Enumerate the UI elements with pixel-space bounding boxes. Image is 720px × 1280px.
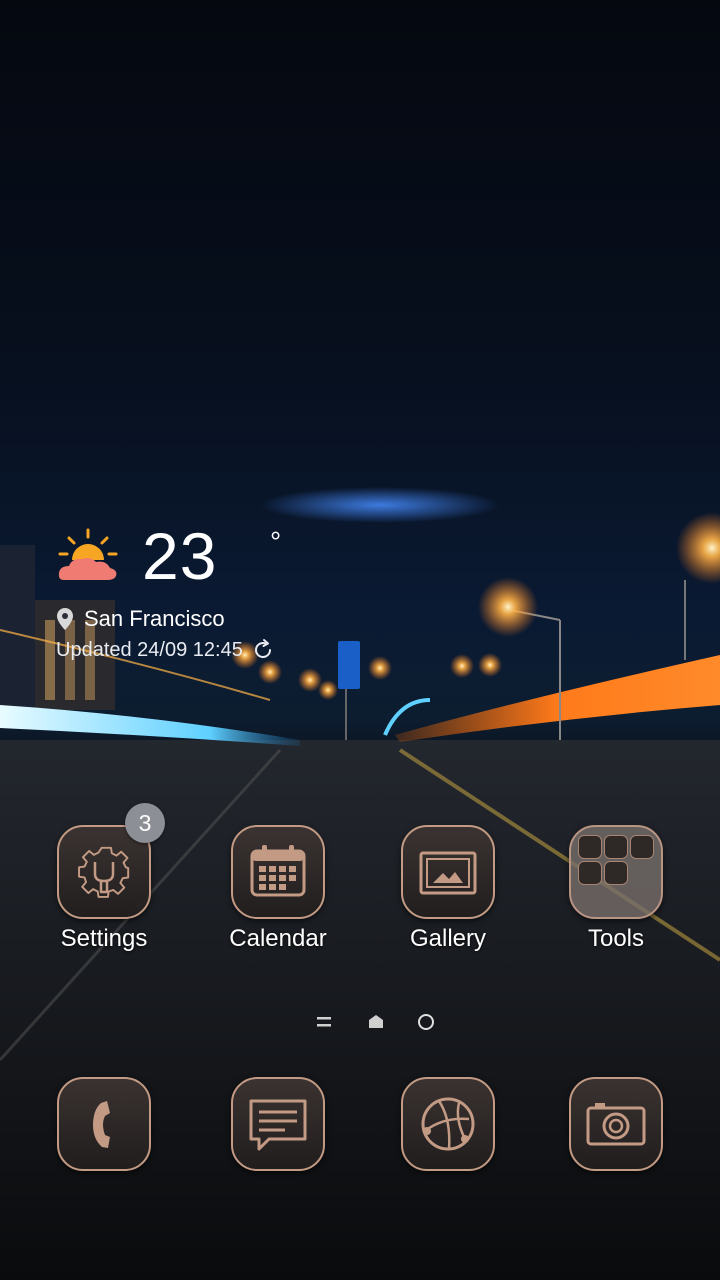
updated-row: Updated 24/09 12:45 (56, 638, 275, 662)
gallery-tile[interactable] (401, 825, 495, 919)
file-mini-icon (604, 835, 628, 859)
tools-folder-tile[interactable] (569, 825, 663, 919)
calendar-icon (250, 845, 306, 897)
app-label: Calendar (229, 925, 327, 952)
browser-icon (421, 1097, 475, 1151)
app-calendar[interactable]: Calendar (213, 825, 343, 965)
refresh-icon[interactable] (251, 638, 275, 662)
messages-icon (249, 1099, 307, 1151)
home-icon[interactable] (369, 1015, 383, 1028)
weather-widget[interactable]: 23 ° San Francisco Updated 24/09 12:45 (56, 520, 356, 670)
messages-tile[interactable] (231, 1077, 325, 1171)
location-row: San Francisco (56, 604, 225, 634)
apps-list-icon[interactable] (317, 1017, 331, 1027)
notification-badge: 3 (125, 803, 165, 843)
send-mini-icon (630, 835, 654, 859)
transfer-mini-icon (578, 861, 602, 885)
app-label: Gallery (409, 925, 487, 952)
camera-icon (586, 1103, 646, 1146)
temperature: 23 (142, 519, 218, 593)
app-settings[interactable]: Settings (39, 825, 169, 965)
dock-phone[interactable] (57, 1077, 151, 1171)
location-pin-icon (57, 608, 73, 630)
dock-browser[interactable] (401, 1077, 495, 1171)
audio-mini-icon (604, 861, 628, 885)
app-label: Settings (60, 925, 148, 952)
dock-messages[interactable] (231, 1077, 325, 1171)
chart-mini-icon (578, 835, 602, 859)
page-dot[interactable] (418, 1014, 434, 1030)
phone-icon (93, 1101, 110, 1148)
phone-tile[interactable] (57, 1077, 151, 1171)
degree-symbol: ° (270, 526, 282, 557)
calendar-tile[interactable] (231, 825, 325, 919)
page-indicator (317, 1014, 434, 1030)
dock-camera[interactable] (569, 1077, 663, 1171)
app-tools-folder[interactable]: Tools (551, 825, 681, 965)
image-icon (419, 851, 477, 895)
app-gallery[interactable]: Gallery (383, 825, 513, 965)
location-name: San Francisco (84, 606, 225, 631)
partly-sunny-icon (58, 528, 118, 580)
updated-time: Updated 24/09 12:45 (56, 638, 243, 661)
camera-tile[interactable] (569, 1077, 663, 1171)
browser-tile[interactable] (401, 1077, 495, 1171)
app-label: Tools (587, 925, 645, 952)
